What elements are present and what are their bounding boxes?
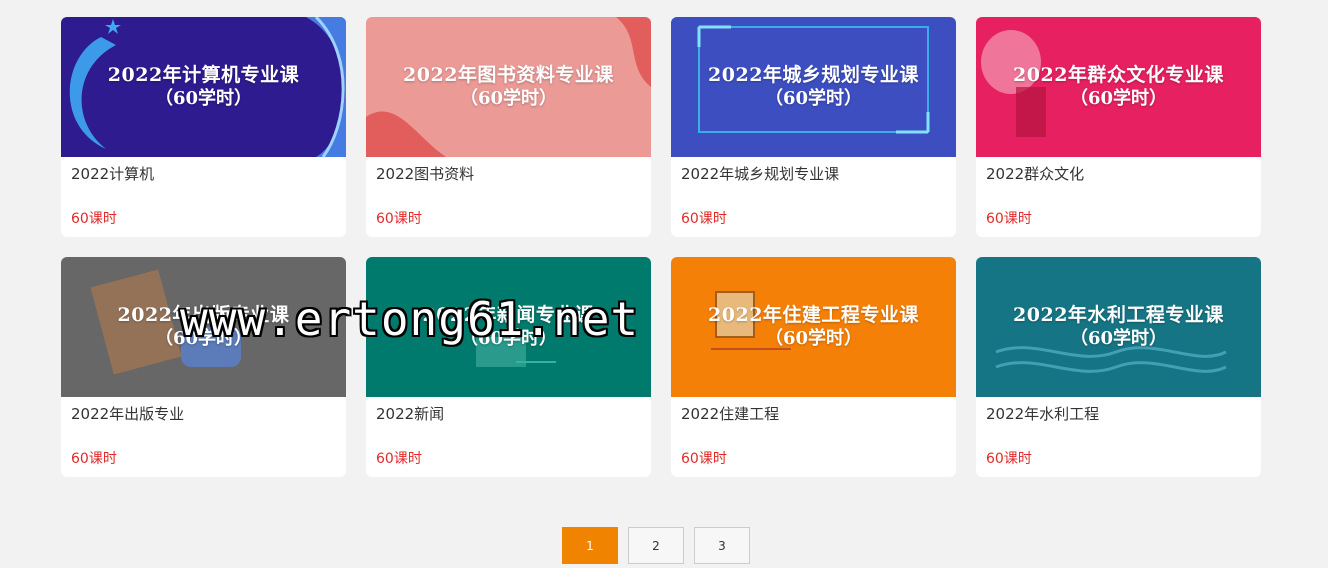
banner-subtitle: （60学时） bbox=[764, 328, 863, 349]
course-name[interactable]: 2022计算机 bbox=[71, 164, 336, 184]
banner-subtitle: （60学时） bbox=[1069, 88, 1168, 109]
course-banner: 2022年新闻专业课 （60学时） bbox=[366, 257, 651, 397]
banner-subtitle: （60学时） bbox=[154, 88, 253, 109]
page-button-3[interactable]: 3 bbox=[694, 527, 750, 564]
course-hours: 60课时 bbox=[986, 451, 1032, 467]
course-name[interactable]: 2022图书资料 bbox=[376, 164, 641, 184]
banner-title: 2022年出版专业课 bbox=[117, 304, 290, 326]
banner-subtitle: （60学时） bbox=[459, 328, 558, 349]
course-hours: 60课时 bbox=[681, 211, 727, 227]
course-name[interactable]: 2022年出版专业 bbox=[71, 404, 336, 424]
course-card-mass-culture[interactable]: 2022年群众文化专业课 （60学时） 2022群众文化 60课时 bbox=[976, 17, 1261, 237]
banner-title: 2022年城乡规划专业课 bbox=[708, 64, 919, 86]
course-name[interactable]: 2022新闻 bbox=[376, 404, 641, 424]
banner-subtitle: （60学时） bbox=[459, 88, 558, 109]
course-banner: 2022年出版专业课 （60学时） bbox=[61, 257, 346, 397]
course-card-water-conservancy[interactable]: 2022年水利工程专业课 （60学时） 2022年水利工程 60课时 bbox=[976, 257, 1261, 477]
page-button-2[interactable]: 2 bbox=[628, 527, 684, 564]
banner-subtitle: （60学时） bbox=[154, 328, 253, 349]
course-name[interactable]: 2022住建工程 bbox=[681, 404, 946, 424]
course-card-construction[interactable]: 2022年住建工程专业课 （60学时） 2022住建工程 60课时 bbox=[671, 257, 956, 477]
banner-title: 2022年图书资料专业课 bbox=[403, 64, 614, 86]
pagination: 1 2 3 bbox=[562, 527, 750, 564]
course-banner: 2022年图书资料专业课 （60学时） bbox=[366, 17, 651, 157]
course-banner: 2022年住建工程专业课 （60学时） bbox=[671, 257, 956, 397]
course-hours: 60课时 bbox=[376, 211, 422, 227]
banner-subtitle: （60学时） bbox=[764, 88, 863, 109]
course-name[interactable]: 2022群众文化 bbox=[986, 164, 1251, 184]
course-card-publishing[interactable]: 2022年出版专业课 （60学时） 2022年出版专业 60课时 bbox=[61, 257, 346, 477]
page-button-1[interactable]: 1 bbox=[562, 527, 618, 564]
course-card-news[interactable]: 2022年新闻专业课 （60学时） 2022新闻 60课时 bbox=[366, 257, 651, 477]
course-card-computer[interactable]: 2022年计算机专业课 （60学时） 2022计算机 60课时 bbox=[61, 17, 346, 237]
course-grid: 2022年计算机专业课 （60学时） 2022计算机 60课时 2022年图书资… bbox=[61, 17, 1261, 477]
banner-title: 2022年新闻专业课 bbox=[422, 304, 595, 326]
course-banner: 2022年群众文化专业课 （60学时） bbox=[976, 17, 1261, 157]
course-hours: 60课时 bbox=[71, 451, 117, 467]
course-hours: 60课时 bbox=[986, 211, 1032, 227]
banner-title: 2022年住建工程专业课 bbox=[708, 304, 919, 326]
course-banner: 2022年计算机专业课 （60学时） bbox=[61, 17, 346, 157]
course-banner: 2022年城乡规划专业课 （60学时） bbox=[671, 17, 956, 157]
course-name[interactable]: 2022年城乡规划专业课 bbox=[681, 164, 946, 184]
course-hours: 60课时 bbox=[681, 451, 727, 467]
course-card-library[interactable]: 2022年图书资料专业课 （60学时） 2022图书资料 60课时 bbox=[366, 17, 651, 237]
course-card-urban-planning[interactable]: 2022年城乡规划专业课 （60学时） 2022年城乡规划专业课 60课时 bbox=[671, 17, 956, 237]
banner-title: 2022年群众文化专业课 bbox=[1013, 64, 1224, 86]
banner-title: 2022年计算机专业课 bbox=[107, 64, 300, 86]
course-name[interactable]: 2022年水利工程 bbox=[986, 404, 1251, 424]
course-hours: 60课时 bbox=[71, 211, 117, 227]
banner-subtitle: （60学时） bbox=[1069, 328, 1168, 349]
banner-title: 2022年水利工程专业课 bbox=[1013, 304, 1224, 326]
course-hours: 60课时 bbox=[376, 451, 422, 467]
course-banner: 2022年水利工程专业课 （60学时） bbox=[976, 257, 1261, 397]
